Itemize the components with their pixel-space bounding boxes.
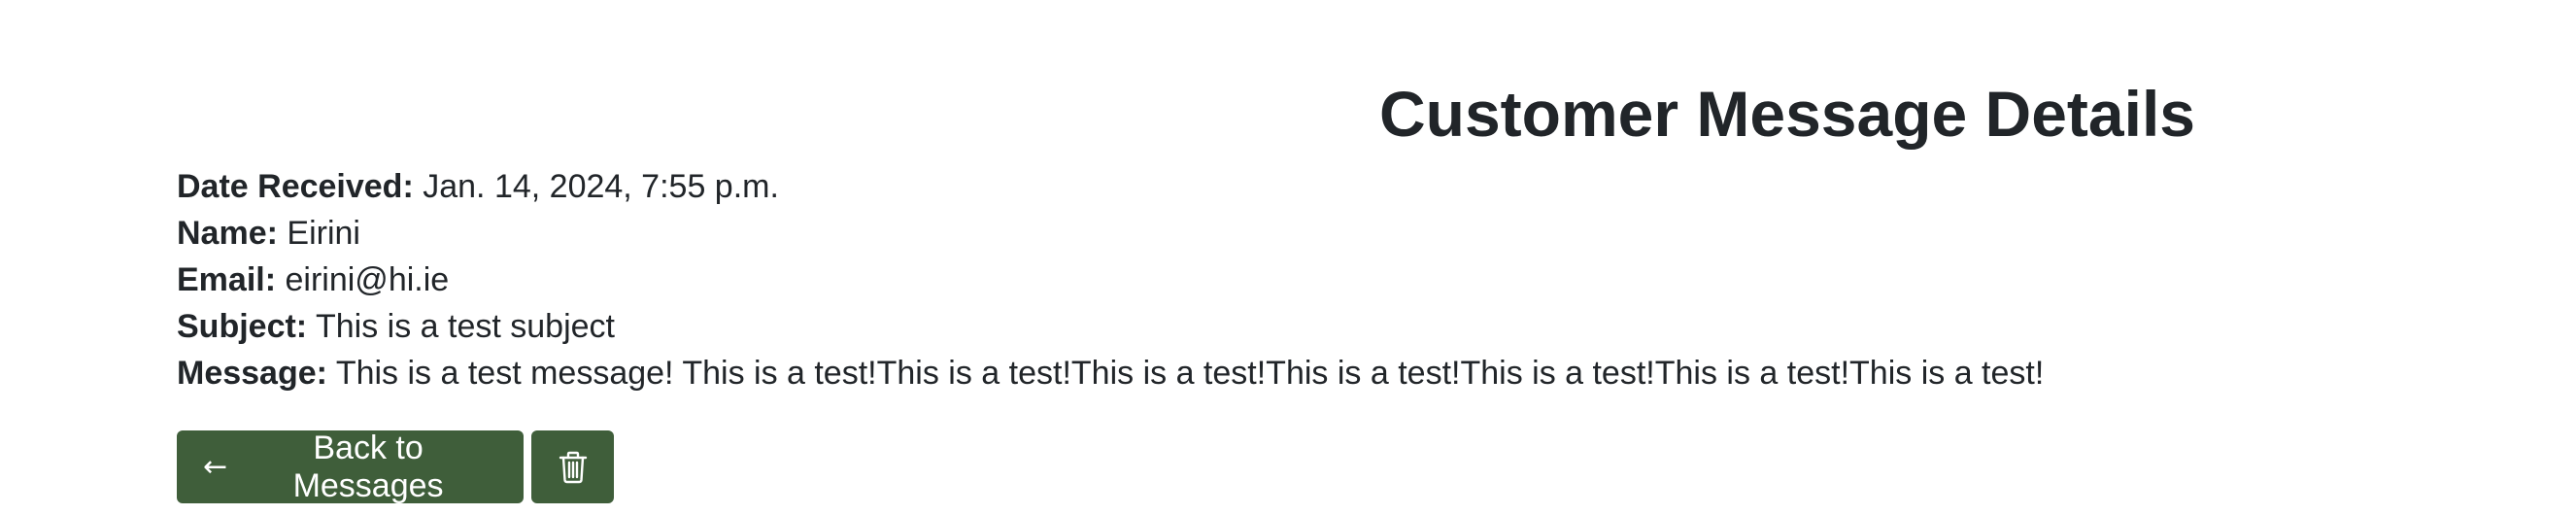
name-label: Name: — [177, 215, 278, 252]
email-row: Email: eirini@hi.ie — [177, 257, 2044, 303]
message-details: Date Received: Jan. 14, 2024, 7:55 p.m. … — [177, 163, 2044, 396]
subject-value: This is a test subject — [315, 308, 615, 345]
subject-row: Subject: This is a test subject — [177, 303, 2044, 350]
message-value: This is a test message! This is a test!T… — [335, 355, 2045, 392]
subject-label: Subject: — [177, 308, 308, 345]
trash-icon — [559, 451, 587, 483]
back-to-messages-button[interactable]: ← Back to Messages — [177, 429, 524, 504]
date-received-value: Jan. 14, 2024, 7:55 p.m. — [423, 168, 779, 205]
message-label: Message: — [177, 355, 327, 392]
page-title: Customer Message Details — [1379, 78, 2195, 150]
name-row: Name: Eirini — [177, 210, 2044, 257]
back-to-messages-label: Back to Messages — [292, 429, 444, 504]
delete-message-button[interactable] — [531, 430, 614, 503]
date-received-row: Date Received: Jan. 14, 2024, 7:55 p.m. — [177, 163, 2044, 210]
name-value: Eirini — [287, 215, 360, 252]
message-row: Message: This is a test message! This is… — [177, 350, 2044, 396]
date-received-label: Date Received: — [177, 168, 414, 205]
email-value: eirini@hi.ie — [285, 261, 450, 298]
arrow-left-icon: ← — [203, 450, 228, 484]
email-label: Email: — [177, 261, 277, 298]
action-buttons: ← Back to Messages — [177, 429, 614, 504]
